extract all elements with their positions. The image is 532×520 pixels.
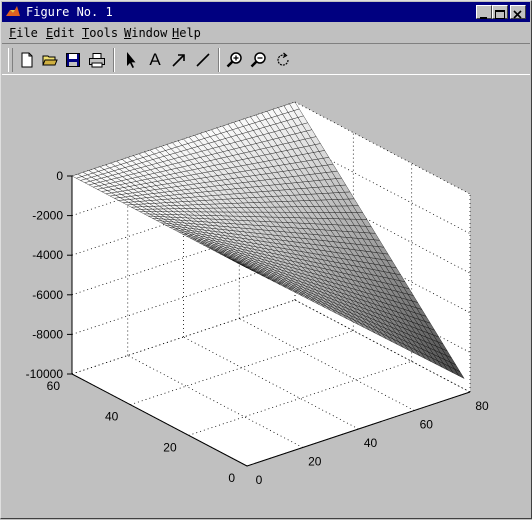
surface-plot[interactable]: 0-2000-4000-6000-8000-100000204060800204… bbox=[1, 75, 532, 520]
toolbar-separator bbox=[113, 48, 115, 72]
matlab-logo-icon bbox=[5, 4, 21, 20]
menu-help[interactable]: Help bbox=[172, 26, 201, 40]
new-figure-button[interactable] bbox=[16, 49, 38, 71]
menu-window-rest: indow bbox=[131, 26, 168, 40]
x-tick-label: 0 bbox=[256, 473, 263, 487]
save-button[interactable] bbox=[62, 49, 84, 71]
maximize-button[interactable] bbox=[492, 5, 508, 19]
y-tick-label: 20 bbox=[163, 440, 177, 454]
x-tick-label: 40 bbox=[364, 436, 378, 450]
y-tick-label: 40 bbox=[105, 410, 119, 424]
menu-window[interactable]: Window bbox=[124, 26, 167, 40]
insert-line-button[interactable] bbox=[192, 49, 214, 71]
toolbar-grip[interactable] bbox=[8, 48, 13, 72]
maximize-icon bbox=[495, 10, 505, 19]
menu-tools[interactable]: Tools bbox=[82, 26, 118, 40]
zoom-in-icon bbox=[226, 52, 242, 68]
y-tick-label: 0 bbox=[228, 471, 235, 485]
rotate-3d-button[interactable] bbox=[272, 49, 294, 71]
close-button[interactable] bbox=[510, 5, 526, 19]
title-bar[interactable]: Figure No. 1 bbox=[2, 2, 530, 22]
zoom-out-icon bbox=[250, 52, 266, 68]
print-icon bbox=[89, 53, 105, 68]
x-tick-label: 20 bbox=[308, 455, 322, 469]
window-title: Figure No. 1 bbox=[26, 5, 113, 19]
minimize-icon bbox=[480, 17, 487, 19]
figure-window: Figure No. 1 File Edit Tools Window Help bbox=[0, 0, 532, 519]
new-file-icon bbox=[21, 52, 33, 68]
rotate-3d-icon bbox=[277, 52, 289, 66]
insert-arrow-button[interactable] bbox=[168, 49, 190, 71]
toolbar-separator bbox=[218, 48, 220, 72]
select-arrow-icon bbox=[127, 52, 136, 68]
z-tick-label: -8000 bbox=[32, 327, 63, 341]
menu-edit-rest: dit bbox=[53, 26, 75, 40]
figure-toolbar: A bbox=[2, 43, 530, 75]
line-tool-icon bbox=[196, 53, 210, 67]
insert-text-button[interactable]: A bbox=[144, 49, 166, 71]
z-tick-label: -4000 bbox=[32, 248, 63, 262]
x-tick-label: 60 bbox=[420, 418, 434, 432]
y-tick-label: 60 bbox=[47, 379, 61, 393]
z-tick-label: -6000 bbox=[32, 288, 63, 302]
text-tool-icon: A bbox=[149, 50, 161, 69]
edit-plot-button[interactable] bbox=[120, 49, 142, 71]
menu-help-rest: elp bbox=[179, 26, 201, 40]
z-tick-label: 0 bbox=[56, 169, 63, 183]
menu-edit[interactable]: Edit bbox=[46, 26, 75, 40]
minimize-button[interactable] bbox=[476, 5, 492, 19]
open-file-button[interactable] bbox=[39, 49, 61, 71]
menu-file-rest: ile bbox=[16, 26, 38, 40]
zoom-out-button[interactable] bbox=[248, 49, 270, 71]
menu-tools-rest: ools bbox=[89, 26, 119, 40]
save-icon bbox=[66, 53, 80, 67]
open-folder-icon bbox=[42, 55, 58, 66]
arrow-tool-icon bbox=[172, 54, 185, 67]
menu-bar: File Edit Tools Window Help bbox=[2, 23, 530, 42]
close-icon bbox=[513, 10, 522, 19]
z-tick-label: -2000 bbox=[32, 209, 63, 223]
print-button[interactable] bbox=[86, 49, 108, 71]
x-tick-label: 80 bbox=[475, 399, 489, 413]
menu-file[interactable]: File bbox=[9, 26, 38, 40]
zoom-in-button[interactable] bbox=[224, 49, 246, 71]
